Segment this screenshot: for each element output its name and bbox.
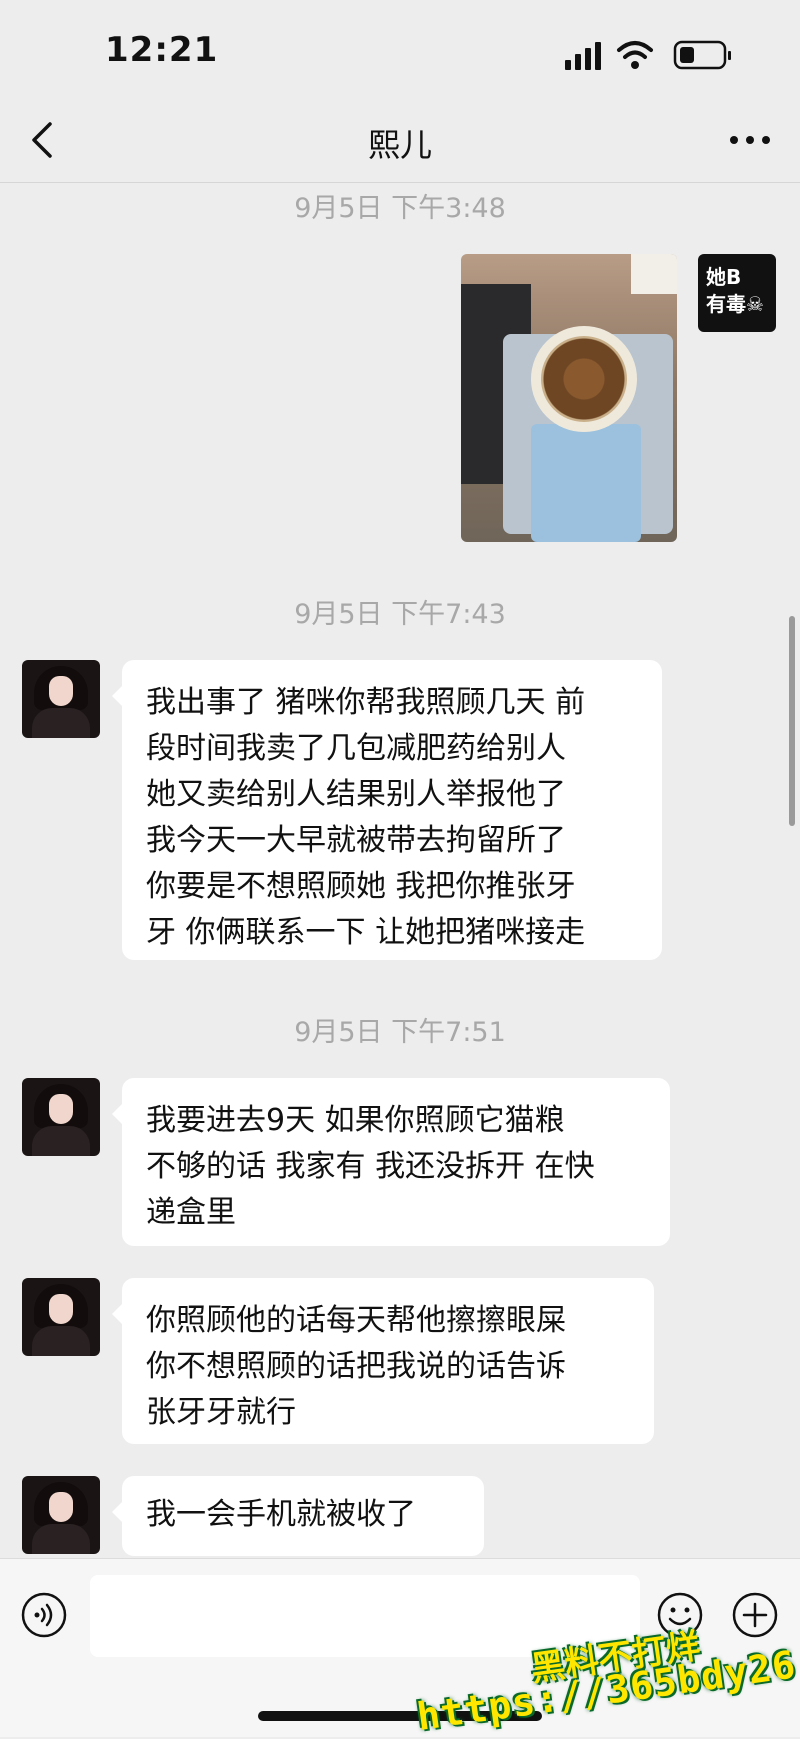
timestamp: 9月5日 下午3:48 [294,193,506,224]
message-bubble[interactable]: 我出事了 猪咪你帮我照顾几天 前 段时间我卖了几包减肥药给别人 她又卖给别人结果… [112,660,662,960]
timestamp: 9月5日 下午7:51 [294,1017,506,1048]
more-icon[interactable] [728,130,772,150]
status-icons [565,40,731,70]
contact-avatar[interactable] [22,1078,100,1156]
message-bubble[interactable]: 我要进去9天 如果你照顾它猫粮 不够的话 我家有 我还没拆开 在快 递盒里 [112,1078,670,1246]
status-time: 12:21 [105,30,219,70]
contact-avatar[interactable] [22,660,100,738]
battery-icon [673,40,731,70]
contact-avatar[interactable] [22,1476,100,1554]
plus-icon[interactable] [731,1591,779,1639]
my-avatar[interactable]: 她B 有毒☠ [698,254,776,332]
status-bar: 12:21 [0,0,800,100]
chat-header: 熙儿 [0,100,800,183]
signal-icon [565,42,601,70]
timestamp: 9月5日 下午7:43 [294,599,506,630]
message-bubble[interactable]: 我一会手机就被收了 [112,1476,484,1556]
scrollbar[interactable] [789,616,795,826]
sent-photo[interactable] [461,254,677,542]
wifi-icon [617,41,653,69]
contact-avatar[interactable] [22,1278,100,1356]
voice-icon[interactable] [20,1591,68,1639]
chat-title: 熙儿 [367,126,432,164]
message-bubble[interactable]: 你照顾他的话每天帮他擦擦眼屎 你不想照顾的话把我说的话告诉 张牙牙就行 [112,1278,654,1444]
